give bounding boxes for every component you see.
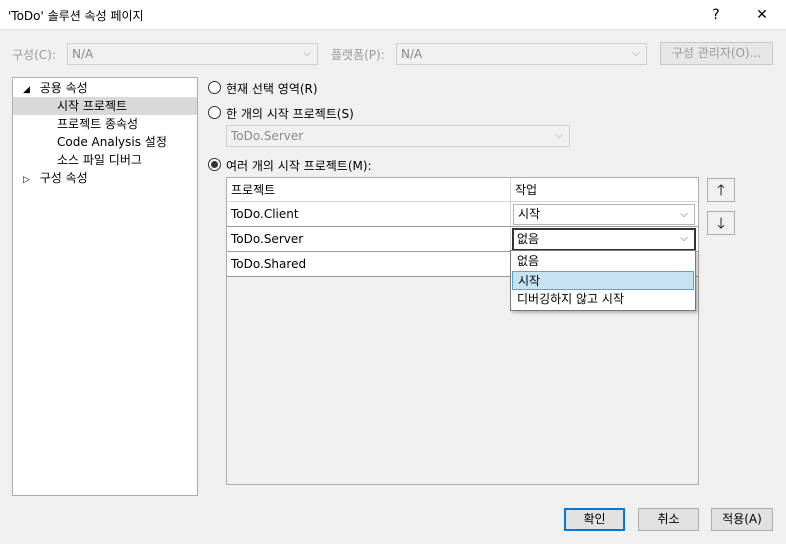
startup-projects-grid: 프로젝트 작업 ToDo.Client 시작 ⌵ ToDo.Server 없음 … — [226, 177, 699, 485]
configuration-label: 구성(C): — [12, 48, 56, 62]
dropdown-option-none[interactable]: 없음 — [512, 252, 694, 271]
tree-item-startup-project[interactable]: 시작 프로젝트 — [13, 97, 197, 115]
chevron-down-icon: ⌵ — [632, 48, 640, 59]
arrow-up-icon: 🡑 — [717, 181, 725, 199]
expanded-triangle-icon: ◢ — [23, 85, 30, 95]
tree-item-source-files[interactable]: 소스 파일 디버그 — [57, 151, 142, 169]
tree-item-project-dependencies[interactable]: 프로젝트 종속성 — [57, 115, 138, 133]
chevron-down-icon: ⌵ — [303, 48, 311, 59]
table-row-action: 시작 ⌵ — [511, 202, 698, 227]
radio-selected-dot — [211, 161, 218, 168]
ok-button[interactable]: 확인 — [564, 508, 625, 531]
dropdown-option-start[interactable]: 시작 — [512, 271, 694, 290]
configuration-value: N/A — [72, 47, 94, 61]
action-value: 없음 — [517, 232, 540, 246]
chevron-down-icon: ⌵ — [680, 233, 688, 244]
single-startup-label: 한 개의 시작 프로젝트(S) — [226, 107, 354, 121]
close-button[interactable]: ✕ — [748, 3, 776, 27]
action-combo-open[interactable]: 없음 ⌵ — [512, 228, 696, 251]
configuration-combo[interactable]: N/A ⌵ — [67, 43, 318, 65]
chevron-down-icon: ⌵ — [680, 209, 688, 220]
collapsed-triangle-icon: ▷ — [23, 175, 30, 185]
table-row-project[interactable]: ToDo.Shared — [227, 252, 511, 277]
table-row-project[interactable]: ToDo.Client — [227, 202, 511, 227]
current-selection-label: 현재 선택 영역(R) — [226, 82, 318, 96]
radio-current-selection[interactable] — [208, 81, 221, 94]
action-dropdown-list: 없음 시작 디버깅하지 않고 시작 — [510, 250, 696, 311]
title-bar: 'ToDo' 솔루션 속성 페이지 ? ✕ — [0, 0, 786, 30]
platform-value: N/A — [401, 47, 423, 61]
move-up-button[interactable]: 🡑 — [707, 178, 735, 202]
column-header-project[interactable]: 프로젝트 — [227, 178, 511, 202]
table-row-action: 없음 ⌵ — [511, 227, 698, 252]
radio-multiple-startup[interactable] — [208, 158, 221, 171]
table-row-project[interactable]: ToDo.Server — [227, 227, 511, 252]
move-down-button[interactable]: 🡓 — [707, 211, 735, 235]
window-title: 'ToDo' 솔루션 속성 페이지 — [8, 9, 144, 23]
radio-single-startup[interactable] — [208, 106, 221, 119]
arrow-down-icon: 🡓 — [717, 214, 725, 232]
property-tree: ◢ 공용 속성 시작 프로젝트 프로젝트 종속성 Code Analysis 설… — [12, 77, 198, 496]
platform-label: 플랫폼(P): — [331, 48, 385, 62]
action-value: 시작 — [518, 207, 541, 221]
tree-item-label: 구성 속성 — [39, 171, 88, 185]
dropdown-option-start-without-debugging[interactable]: 디버깅하지 않고 시작 — [512, 290, 694, 309]
action-combo[interactable]: 시작 ⌵ — [513, 204, 695, 225]
single-startup-combo[interactable]: ToDo.Server ⌵ — [226, 125, 570, 147]
single-startup-value: ToDo.Server — [231, 129, 304, 143]
tree-item-common-properties[interactable]: ◢ 공용 속성 — [23, 79, 88, 97]
tree-item-config-properties[interactable]: ▷ 구성 속성 — [23, 169, 88, 187]
tree-item-code-analysis[interactable]: Code Analysis 설정 — [57, 133, 167, 151]
config-manager-button[interactable]: 구성 관리자(O)... — [660, 42, 773, 65]
cancel-button[interactable]: 취소 — [638, 508, 699, 531]
platform-combo[interactable]: N/A ⌵ — [396, 43, 647, 65]
multiple-startup-label: 여러 개의 시작 프로젝트(M): — [226, 159, 372, 173]
chevron-down-icon: ⌵ — [555, 130, 563, 141]
apply-button[interactable]: 적용(A) — [711, 508, 773, 531]
column-header-action[interactable]: 작업 — [511, 178, 698, 202]
tree-item-label: 공용 속성 — [39, 81, 88, 95]
help-button[interactable]: ? — [702, 3, 730, 27]
